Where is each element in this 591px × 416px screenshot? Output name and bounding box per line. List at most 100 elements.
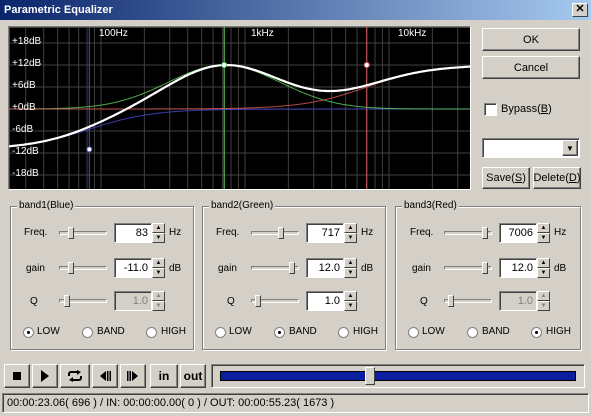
band2-q-spinner[interactable]: ▲ ▼ [344, 291, 357, 311]
eq-graph-canvas [9, 27, 470, 189]
band3-group: band3(Red) Freq. 7006 ▲ ▼ Hz gain 12.0 ▲ ▼… [395, 200, 581, 350]
band2-group: band2(Green) Freq. 717 ▲ ▼ Hz gain 12.0 ▲… [202, 200, 386, 350]
band2-gain-slider-thumb[interactable] [289, 262, 295, 274]
ok-button[interactable]: OK [482, 28, 580, 51]
seek-track[interactable] [220, 371, 576, 381]
high-label: HIGH [353, 326, 378, 337]
band1-freq-input[interactable]: 83 [114, 223, 152, 243]
prev-frame-button[interactable] [92, 364, 118, 388]
band2-band-radio[interactable] [274, 327, 285, 338]
db-label: +6dB [12, 80, 36, 91]
status-bar: 00:00:23.06( 696 ) / IN: 00:00:00.00( 0 … [2, 393, 589, 413]
stop-button[interactable] [4, 364, 30, 388]
band-handle [86, 146, 93, 153]
freq-label: 1kHz [251, 28, 274, 39]
band1-gain-input[interactable]: -11.0 [114, 258, 152, 278]
delete-label: Delete(D) [533, 172, 581, 184]
freq-label: Freq. [24, 227, 48, 238]
band2-freq-input[interactable]: 717 [306, 223, 344, 243]
low-label: LOW [229, 326, 252, 337]
seek-thumb[interactable] [364, 367, 375, 385]
band1-freq-slider[interactable] [59, 231, 107, 235]
db-label: +18dB [12, 36, 42, 47]
band2-low-radio[interactable] [215, 327, 226, 338]
band2-gain-input[interactable]: 12.0 [306, 258, 344, 278]
db-label: +0dB [12, 102, 36, 113]
bypass-checkbox[interactable] [484, 103, 497, 116]
gain-label: gain [26, 263, 45, 274]
band1-title: band1(Blue) [17, 200, 76, 211]
band-label: BAND [482, 326, 510, 337]
band1-high-radio[interactable] [146, 327, 157, 338]
band3-high-radio[interactable] [531, 327, 542, 338]
band3-freq-spinner[interactable]: ▲ ▼ [537, 223, 550, 243]
cancel-label: Cancel [513, 61, 549, 74]
chevron-down-icon[interactable]: ▼ [562, 140, 578, 156]
band3-band-radio[interactable] [467, 327, 478, 338]
next-frame-icon [127, 371, 138, 381]
close-button[interactable]: ✕ [572, 3, 588, 17]
db-label: -12dB [12, 146, 39, 157]
freq-label: Freq. [216, 227, 240, 238]
out-button[interactable]: out [180, 364, 206, 388]
band2-q-input[interactable]: 1.0 [306, 291, 344, 311]
gain-unit: dB [169, 263, 182, 274]
band1-gain-slider[interactable] [59, 266, 107, 270]
eq-response-graph[interactable]: +18dB +12dB +6dB +0dB -6dB -12dB -18dB 1… [8, 26, 471, 190]
gain-label: gain [412, 263, 431, 274]
bypass-label: Bypass(B) [501, 103, 552, 115]
band-label: BAND [289, 326, 317, 337]
band2-q-slider-thumb[interactable] [255, 295, 261, 307]
band1-low-radio[interactable] [23, 327, 34, 338]
band1-freq-slider-thumb[interactable] [68, 227, 74, 239]
stop-icon [13, 372, 21, 380]
save-button[interactable]: Save(S) [482, 167, 530, 189]
out-label: out [183, 369, 203, 383]
band3-freq-slider-thumb[interactable] [482, 227, 488, 239]
band2-freq-slider-thumb[interactable] [278, 227, 284, 239]
gain-label: gain [218, 263, 237, 274]
title-bar: Parametric Equalizer ✕ [0, 0, 591, 20]
preset-dropdown[interactable]: ▼ [482, 138, 580, 158]
play-icon [41, 370, 49, 382]
band3-gain-slider-thumb[interactable] [482, 262, 488, 274]
close-icon: ✕ [575, 3, 585, 15]
window-title: Parametric Equalizer [4, 4, 113, 16]
band2-high-radio[interactable] [338, 327, 349, 338]
cancel-button[interactable]: Cancel [482, 56, 580, 79]
delete-button[interactable]: Delete(D) [533, 167, 581, 189]
db-label: -18dB [12, 168, 39, 179]
db-label: -6dB [12, 124, 34, 135]
band1-band-radio[interactable] [82, 327, 93, 338]
ok-label: OK [523, 33, 539, 46]
loop-button[interactable] [60, 364, 90, 388]
band-handle [221, 62, 228, 68]
next-frame-button[interactable] [120, 364, 146, 388]
band3-gain-input[interactable]: 12.0 [499, 258, 537, 278]
save-label: Save(S) [486, 172, 526, 184]
play-button[interactable] [32, 364, 58, 388]
band-label: BAND [97, 326, 125, 337]
q-label: Q [227, 296, 235, 307]
seek-bar[interactable] [211, 364, 585, 388]
band3-gain-spinner[interactable]: ▲ ▼ [537, 258, 550, 278]
band3-freq-input[interactable]: 7006 [499, 223, 537, 243]
band1-q-input: 1.0 [114, 291, 152, 311]
band1-q-spinner: ▲ ▼ [152, 291, 165, 311]
prev-frame-icon [100, 371, 111, 381]
low-label: LOW [422, 326, 445, 337]
band2-title: band2(Green) [209, 200, 276, 211]
band1-gain-spinner[interactable]: ▲ ▼ [152, 258, 165, 278]
band1-freq-spinner[interactable]: ▲ ▼ [152, 223, 165, 243]
band2-freq-slider[interactable] [251, 231, 299, 235]
band1-gain-slider-thumb[interactable] [68, 262, 74, 274]
band2-gain-spinner[interactable]: ▲ ▼ [344, 258, 357, 278]
band3-low-radio[interactable] [408, 327, 419, 338]
in-button[interactable]: in [150, 364, 178, 388]
band1-group: band1(Blue) Freq. 83 ▲ ▼ Hz gain -11.0 ▲ ▼… [10, 200, 194, 350]
band1-q-slider-thumb [64, 295, 70, 307]
loop-icon [68, 370, 82, 382]
band2-freq-spinner[interactable]: ▲ ▼ [344, 223, 357, 243]
high-label: HIGH [546, 326, 571, 337]
gain-unit: dB [554, 263, 567, 274]
